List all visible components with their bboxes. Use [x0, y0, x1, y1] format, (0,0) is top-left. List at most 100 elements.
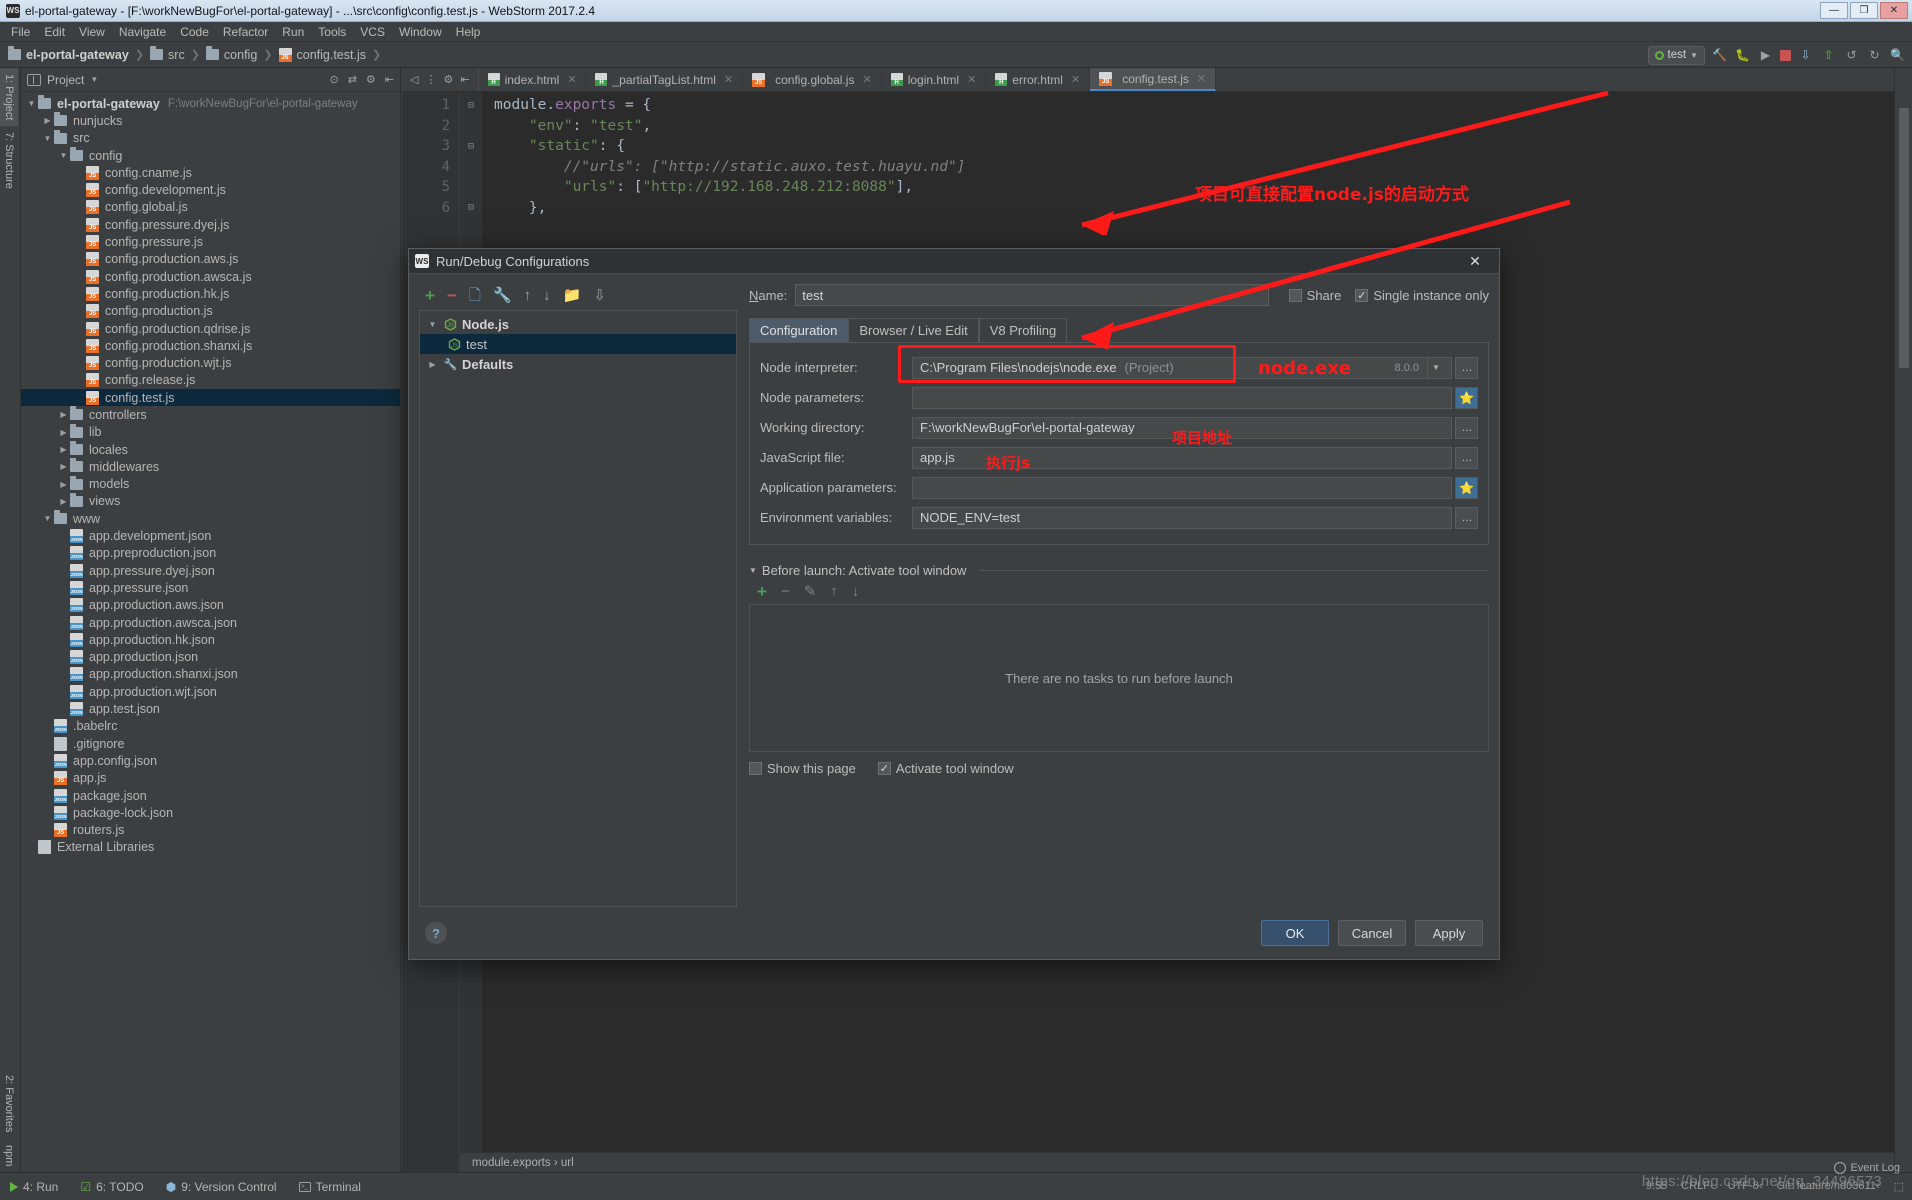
- javascript-file-browse-button[interactable]: …: [1455, 447, 1478, 469]
- edit-icon[interactable]: ✎: [804, 584, 817, 599]
- menu-view[interactable]: View: [72, 23, 112, 41]
- tree-node[interactable]: config.production.wjt.js: [21, 354, 400, 371]
- move-down-icon[interactable]: ↓: [543, 288, 551, 303]
- chevron-down-icon[interactable]: ▼: [41, 514, 54, 523]
- before-launch-header[interactable]: ▼ Before launch: Activate tool window: [749, 563, 1489, 578]
- tree-node[interactable]: config.test.js: [21, 389, 400, 406]
- show-this-page-checkbox[interactable]: [749, 762, 762, 775]
- ok-button[interactable]: OK: [1261, 920, 1329, 946]
- configuration-tree-node[interactable]: ▶🔧Defaults: [420, 354, 736, 374]
- working-directory-browse-button[interactable]: …: [1455, 417, 1478, 439]
- tree-node[interactable]: app.pressure.dyej.json: [21, 562, 400, 579]
- close-button[interactable]: ✕: [1880, 2, 1908, 19]
- tree-node[interactable]: config.global.js: [21, 199, 400, 216]
- chevron-down-icon[interactable]: ▼: [90, 75, 98, 84]
- sidebar-tab-favorites[interactable]: 2: Favorites: [0, 1069, 18, 1138]
- show-this-page-row[interactable]: Show this page: [749, 761, 856, 776]
- status-lock-icon[interactable]: ⬚: [1894, 1180, 1904, 1193]
- tree-node[interactable]: app.development.json: [21, 527, 400, 544]
- vcs-commit-icon[interactable]: ⇧: [1820, 48, 1837, 62]
- close-icon[interactable]: ✕: [862, 73, 871, 86]
- chevron-down-icon[interactable]: ▼: [57, 151, 70, 160]
- tree-node[interactable]: app.production.awsca.json: [21, 614, 400, 631]
- configuration-tree-node[interactable]: ▼JSNode.js: [420, 314, 736, 334]
- tree-node[interactable]: app.test.json: [21, 700, 400, 717]
- tree-node[interactable]: app.pressure.json: [21, 579, 400, 596]
- tree-node[interactable]: config.production.awsca.js: [21, 268, 400, 285]
- name-input[interactable]: test: [795, 284, 1268, 306]
- share-checkbox-row[interactable]: Share: [1289, 288, 1342, 303]
- tree-node[interactable]: app.preproduction.json: [21, 545, 400, 562]
- tree-node[interactable]: ▼config: [21, 147, 400, 164]
- tree-node[interactable]: config.release.js: [21, 372, 400, 389]
- share-checkbox[interactable]: [1289, 289, 1302, 302]
- chevron-right-icon[interactable]: ▶: [57, 445, 70, 454]
- tree-node[interactable]: app.config.json: [21, 752, 400, 769]
- add-icon[interactable]: +: [757, 583, 767, 600]
- menu-file[interactable]: File: [4, 23, 37, 41]
- settings-gear-icon[interactable]: ⚙: [443, 73, 453, 86]
- close-icon[interactable]: ✕: [567, 73, 576, 86]
- tab-configuration[interactable]: Configuration: [749, 318, 848, 342]
- tree-node[interactable]: ▼el-portal-gatewayF:\workNewBugFor\el-po…: [21, 95, 400, 112]
- editor-tab[interactable]: login.html✕: [882, 68, 987, 91]
- back-icon[interactable]: ◁: [410, 73, 418, 86]
- tree-node[interactable]: app.js: [21, 770, 400, 787]
- close-icon[interactable]: ✕: [1197, 72, 1206, 85]
- menu-tools[interactable]: Tools: [311, 23, 353, 41]
- tree-node[interactable]: app.production.aws.json: [21, 597, 400, 614]
- tree-node[interactable]: .gitignore: [21, 735, 400, 752]
- editor-tab[interactable]: index.html✕: [479, 68, 587, 91]
- copy-icon[interactable]: 🗋: [469, 288, 481, 303]
- tree-node[interactable]: ▶views: [21, 493, 400, 510]
- sidebar-tab-structure[interactable]: 7: Structure: [0, 126, 18, 195]
- node-parameters-input[interactable]: [912, 387, 1452, 409]
- expand-all-icon[interactable]: ⇄: [348, 73, 357, 86]
- breadcrumb-item-project[interactable]: el-portal-gateway: [8, 48, 129, 62]
- environment-variables-input[interactable]: NODE_ENV=test: [912, 507, 1452, 529]
- tree-node[interactable]: app.production.json: [21, 649, 400, 666]
- tree-node[interactable]: config.production.qdrise.js: [21, 320, 400, 337]
- tool-window-todo[interactable]: ☑ 6: TODO: [80, 1180, 143, 1194]
- move-up-icon[interactable]: ↑: [524, 288, 532, 303]
- tree-node[interactable]: config.development.js: [21, 181, 400, 198]
- single-instance-checkbox-row[interactable]: ✓ Single instance only: [1355, 288, 1489, 303]
- breadcrumb-item-config[interactable]: config: [206, 48, 257, 62]
- chevron-right-icon[interactable]: ▶: [57, 480, 70, 489]
- menu-code[interactable]: Code: [173, 23, 216, 41]
- build-icon[interactable]: 🔨: [1711, 48, 1728, 62]
- folder-icon[interactable]: 📁: [563, 288, 582, 303]
- menu-vcs[interactable]: VCS: [353, 23, 392, 41]
- remove-icon[interactable]: −: [447, 287, 457, 304]
- move-down-icon[interactable]: ↓: [852, 584, 860, 599]
- tab-v8-profiling[interactable]: V8 Profiling: [979, 318, 1067, 342]
- sort-alpha-icon[interactable]: ⇩: [593, 288, 606, 303]
- tree-node[interactable]: package.json: [21, 787, 400, 804]
- editor-tab[interactable]: config.global.js✕: [743, 68, 882, 91]
- tree-node[interactable]: config.pressure.dyej.js: [21, 216, 400, 233]
- chevron-right-icon[interactable]: ▶: [57, 497, 70, 506]
- tree-node[interactable]: package-lock.json: [21, 804, 400, 821]
- menu-run[interactable]: Run: [275, 23, 311, 41]
- cancel-button[interactable]: Cancel: [1338, 920, 1406, 946]
- chevron-down-icon[interactable]: ▼: [1427, 357, 1444, 378]
- add-icon[interactable]: +: [425, 287, 435, 304]
- activate-tool-window-row[interactable]: ✓ Activate tool window: [878, 761, 1014, 776]
- tree-node[interactable]: app.production.hk.json: [21, 631, 400, 648]
- move-up-icon[interactable]: ↑: [830, 584, 838, 599]
- tree-node[interactable]: routers.js: [21, 821, 400, 838]
- tree-node[interactable]: config.production.js: [21, 303, 400, 320]
- dialog-close-button[interactable]: ✕: [1457, 251, 1493, 271]
- editor-tab[interactable]: config.test.js✕: [1090, 68, 1216, 91]
- hide-panel-icon[interactable]: ⇤: [385, 73, 394, 86]
- chevron-right-icon[interactable]: ▶: [57, 410, 70, 419]
- tree-node[interactable]: ▼src: [21, 130, 400, 147]
- sidebar-tab-project[interactable]: 1: Project: [0, 68, 18, 126]
- tab-browser-live-edit[interactable]: Browser / Live Edit: [848, 318, 978, 342]
- tree-node[interactable]: External Libraries: [21, 839, 400, 856]
- fold-minus-icon[interactable]: ⊟: [460, 202, 482, 213]
- tree-node[interactable]: config.pressure.js: [21, 233, 400, 250]
- apply-button[interactable]: Apply: [1415, 920, 1483, 946]
- chevron-right-icon[interactable]: ▶: [426, 360, 439, 369]
- maximize-button[interactable]: ❐: [1850, 2, 1878, 19]
